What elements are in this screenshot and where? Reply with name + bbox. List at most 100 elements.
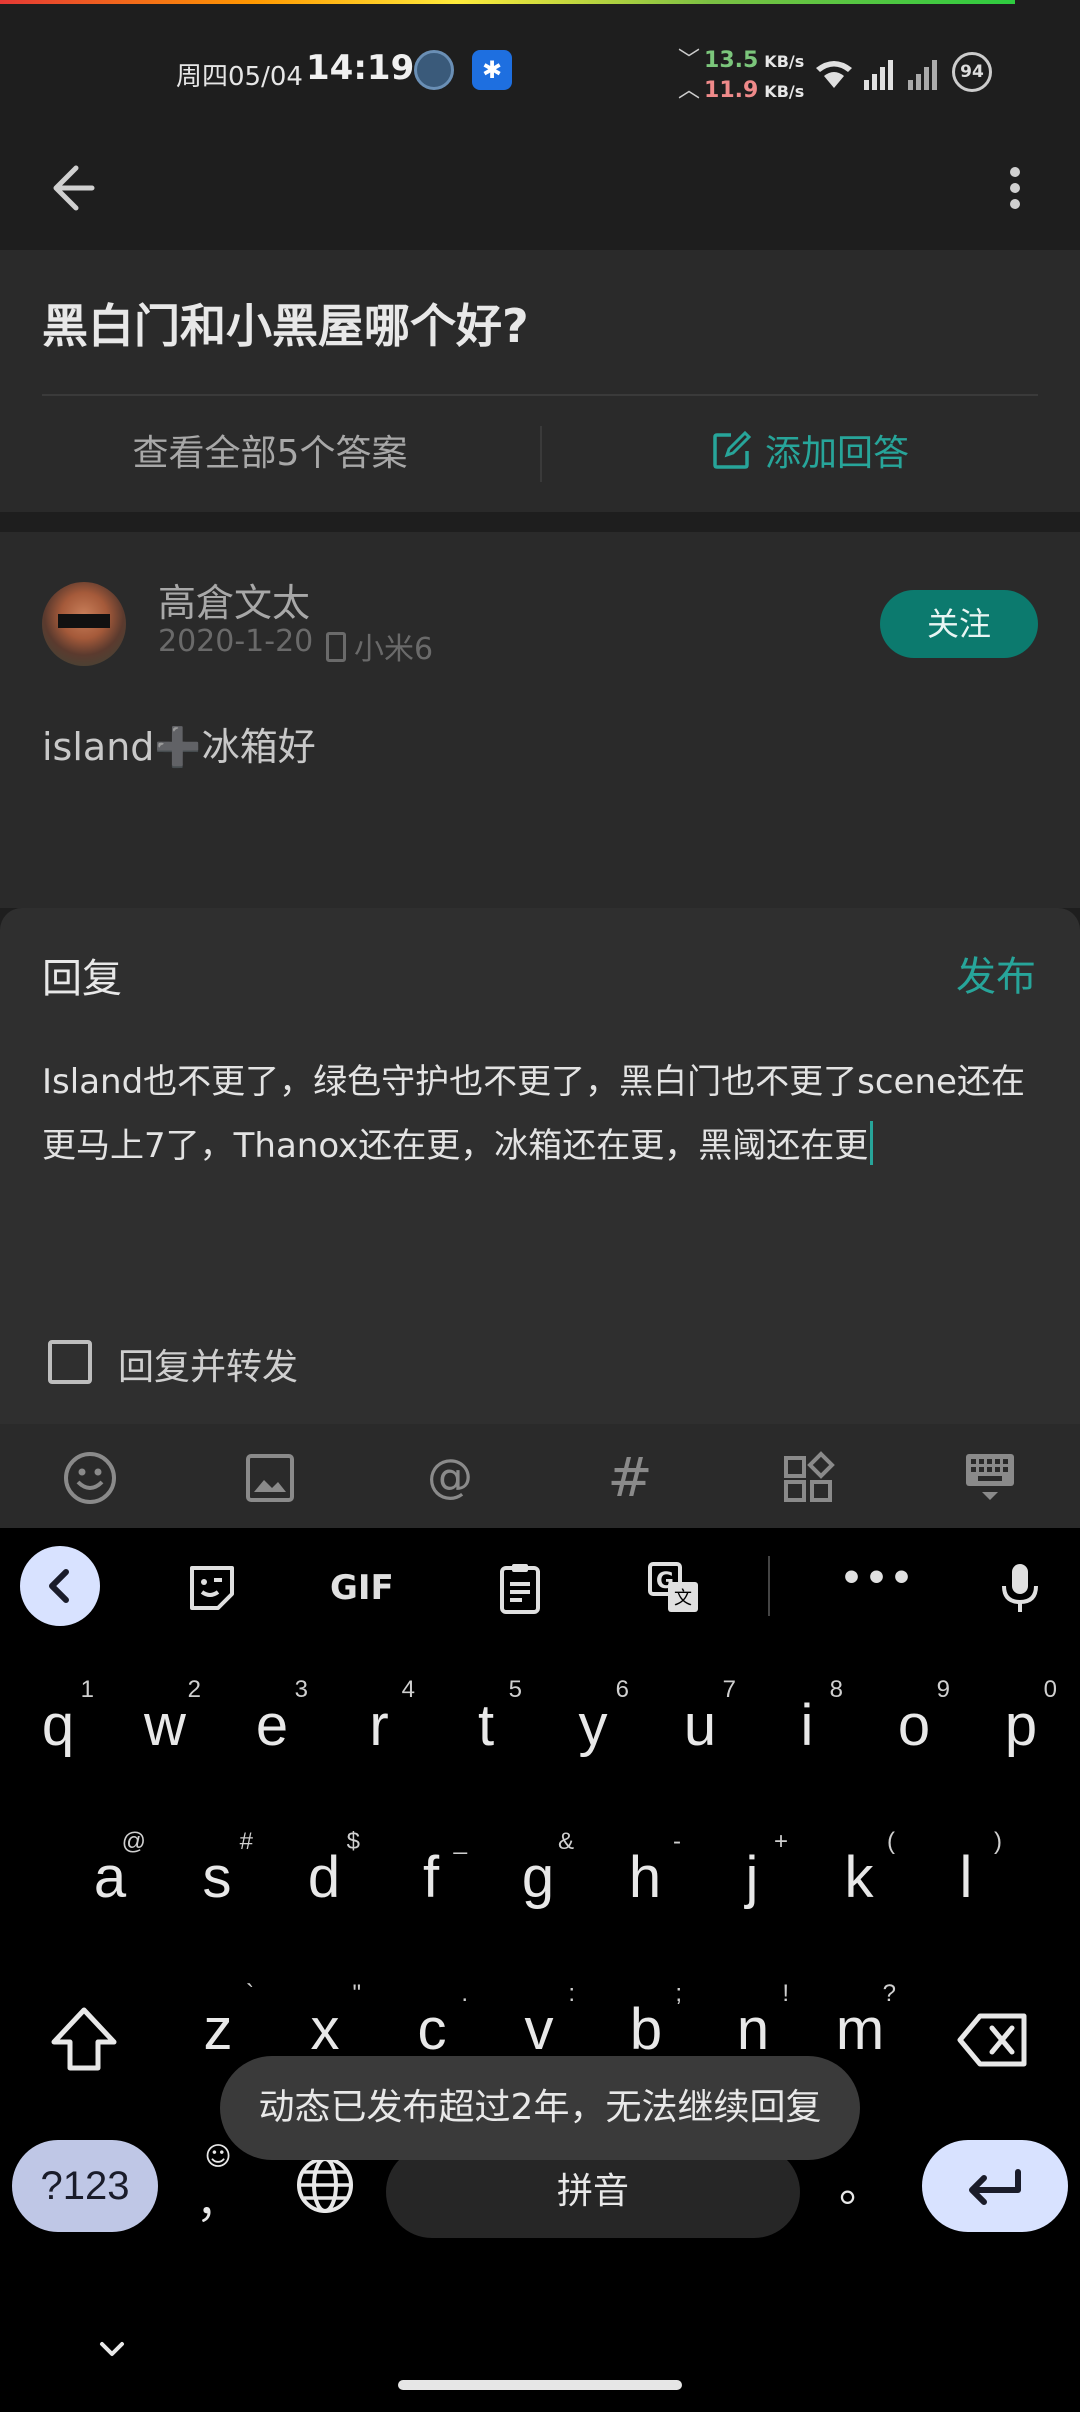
key-label: d [307,1845,341,1910]
hashtag-icon[interactable]: # [602,1450,658,1506]
key-t[interactable]: 5t [436,1672,536,1812]
sticker-icon[interactable] [184,1560,240,1616]
answer-device: 小米6 [326,624,433,668]
avatar[interactable] [42,582,126,666]
key-p[interactable]: 0p [971,1672,1071,1812]
key-l[interactable]: ) l [916,1824,1016,1964]
notification-app-icon [414,50,454,90]
key-y[interactable]: 6y [543,1672,643,1812]
key-label: w [144,1693,186,1758]
more-horiz-icon[interactable]: ••• [840,1558,915,1599]
key-label: e [255,1693,289,1758]
symbols-key[interactable]: ?123 [12,2140,158,2232]
keyboard-hide-icon[interactable] [962,1450,1018,1506]
key-r[interactable]: 4r [329,1672,429,1812]
key-label: c [417,1997,447,2062]
key-f[interactable]: _ f [381,1824,481,1964]
backspace-key-icon[interactable] [954,2000,1034,2080]
svg-text:文: 文 [674,1588,692,1609]
enter-arrow-icon [969,2169,1021,2205]
key-q[interactable]: 1q [8,1672,108,1812]
enter-key[interactable] [922,2140,1068,2232]
key-i[interactable]: 8i [757,1672,857,1812]
reply-forward-label: 回复并转发 [118,1347,299,1388]
shift-key-icon[interactable] [44,2000,124,2080]
svg-text:#: # [607,1450,652,1506]
divider [768,1556,770,1616]
key-s[interactable]: # s [167,1824,267,1964]
key-d[interactable]: $ d [274,1824,374,1964]
home-indicator[interactable] [398,2380,682,2390]
translate-icon[interactable]: G 文 [646,1560,702,1616]
app-bar [0,136,1080,250]
add-answer-button[interactable]: 添加回答 [540,396,1080,512]
key-label: j [745,1845,759,1910]
status-bar: 周四05/04 14:19 ✱ ﹀ 13.5 KB/s ︿ 11.9 KB/s 94 [0,4,1080,136]
key-u[interactable]: 7u [650,1672,750,1812]
keyboard-collapse-chevron-icon[interactable] [90,2326,134,2370]
key-w[interactable]: 2w [115,1672,215,1812]
download-speed-value: 13.5 [704,48,759,73]
add-answer-label: 添加回答 [764,433,909,474]
key-label: g [521,1845,555,1910]
question-title: 黑白门和小黑屋哪个好? [42,299,529,353]
chevron-left-icon [49,1569,69,1603]
key-a[interactable]: @ a [60,1824,160,1964]
keyboard-suggestion-bar: GIF G 文 ••• [0,1528,1080,1648]
upload-speed-value: 11.9 [704,78,759,103]
globe-icon[interactable] [294,2154,356,2216]
apps-icon[interactable] [780,1450,836,1506]
key-label: u [683,1693,717,1758]
key-label: t [477,1693,495,1758]
up-arrow-icon: ︿ [678,78,701,103]
key-label: y [578,1693,608,1758]
speed-unit: KB/s [764,52,805,71]
svg-text:@: @ [427,1450,473,1503]
key-label: a [93,1845,127,1910]
mention-icon[interactable]: @ [422,1450,478,1506]
answer-item: 高倉文太 2020-1-20 小米6 关注 island➕冰箱好 [0,532,1080,908]
key-label: b [629,1997,663,2062]
key-h[interactable]: -h [595,1824,695,1964]
view-all-answers-button[interactable]: 查看全部5个答案 [0,396,540,512]
reply-forward-checkbox[interactable] [48,1340,92,1384]
answer-content: island➕冰箱好 [42,725,316,769]
download-speed: ﹀ 13.5 KB/s [678,42,804,74]
key-label: s [202,1845,232,1910]
notification-app-icon: ✱ [472,50,512,90]
key-label: v [524,1997,554,2062]
question-card: 黑白门和小黑屋哪个好? 查看全部5个答案 添加回答 [0,250,1080,512]
comma-key[interactable]: ☺ ， [190,2142,246,2234]
down-arrow-icon: ﹀ [678,48,701,73]
upload-speed: ︿ 11.9 KB/s [678,72,804,104]
image-icon[interactable] [242,1450,298,1506]
compose-toolbar: @ # [0,1424,1080,1528]
author-name[interactable]: 高倉文太 [158,572,310,627]
keyboard-back-button[interactable] [20,1546,100,1626]
key-g[interactable]: & g [488,1824,588,1964]
emoji-icon[interactable] [62,1450,118,1506]
gif-button[interactable]: GIF [330,1568,394,1608]
reply-input-text: Island也不更了，绿色守护也不更了，黑白门也不更了scene还在更马上7了，… [42,1062,1025,1166]
key-e[interactable]: 3e [222,1672,322,1812]
battery-indicator: 94 [952,52,992,92]
reply-title: 回复 [42,956,122,1002]
reply-input[interactable]: Island也不更了，绿色守护也不更了，黑白门也不更了scene还在更马上7了，… [42,1050,1042,1178]
reply-sheet: 回复 发布 Island也不更了，绿色守护也不更了，黑白门也不更了scene还在… [0,908,1080,1424]
answer-date: 2020-1-20 [158,624,314,659]
key-label: r [369,1693,389,1758]
comma-key-label: ， [196,2177,240,2228]
back-arrow-icon[interactable] [44,156,108,220]
key-o[interactable]: 9o [864,1672,964,1812]
key-j[interactable]: + j [702,1824,802,1964]
publish-button[interactable]: 发布 [956,944,1036,1002]
period-key[interactable]: 。 [836,2150,886,2230]
more-vert-icon[interactable] [990,156,1040,220]
key-k[interactable]: (k [809,1824,909,1964]
key-label: p [1004,1693,1038,1758]
follow-button[interactable]: 关注 [880,590,1038,658]
speed-unit: KB/s [764,82,805,101]
clipboard-icon[interactable] [492,1560,548,1616]
text-cursor [870,1121,874,1165]
mic-icon[interactable] [992,1560,1048,1616]
